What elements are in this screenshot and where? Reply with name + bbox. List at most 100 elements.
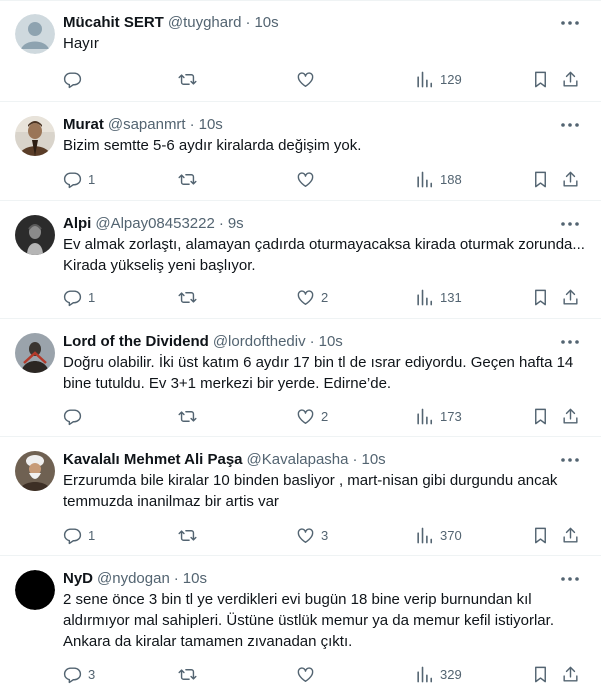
author-name[interactable]: Lord of the Dividend bbox=[63, 333, 209, 350]
author-handle[interactable]: @sapanmrt bbox=[108, 116, 186, 133]
author-name[interactable]: Kavalalı Mehmet Ali Paşa bbox=[63, 451, 243, 468]
more-dots-icon[interactable] bbox=[558, 568, 582, 590]
reply-icon bbox=[63, 665, 82, 684]
separator: · bbox=[218, 215, 224, 232]
more-dots-icon[interactable] bbox=[558, 449, 582, 471]
timestamp[interactable]: 10s bbox=[362, 451, 386, 468]
timestamp[interactable]: 9s bbox=[228, 215, 244, 232]
retweet-button[interactable] bbox=[178, 523, 203, 547]
author-name[interactable]: Mücahit SERT bbox=[63, 14, 164, 31]
retweet-button[interactable] bbox=[178, 167, 203, 191]
like-button[interactable]: 2 bbox=[296, 285, 328, 309]
share-button[interactable] bbox=[561, 662, 580, 685]
tweet-header: Kavalalı Mehmet Ali Paşa @Kavalapasha · 10s bbox=[63, 450, 531, 470]
like-button[interactable] bbox=[296, 167, 321, 191]
like-button[interactable] bbox=[296, 67, 321, 91]
action-bar: 1 3 370 bbox=[63, 523, 593, 547]
action-bar: 1 2 131 bbox=[63, 285, 593, 309]
tweet-text: Bizim semtte 5-6 aydır kiralarda değişim… bbox=[63, 137, 362, 154]
avatar[interactable] bbox=[15, 215, 55, 255]
views-button[interactable]: 188 bbox=[415, 167, 462, 191]
bookmark-button[interactable] bbox=[531, 523, 550, 547]
avatar[interactable] bbox=[15, 570, 55, 610]
tweet-text: Hayır bbox=[63, 35, 99, 52]
reply-icon bbox=[63, 288, 82, 307]
view-count: 370 bbox=[440, 527, 462, 543]
reply-icon bbox=[63, 170, 82, 189]
timestamp[interactable]: 10s bbox=[254, 14, 278, 31]
views-button[interactable]: 131 bbox=[415, 285, 462, 309]
avatar[interactable] bbox=[15, 14, 55, 54]
avatar[interactable] bbox=[15, 451, 55, 491]
reply-count: 1 bbox=[88, 289, 96, 305]
retweet-icon bbox=[178, 665, 197, 684]
bookmark-button[interactable] bbox=[531, 167, 550, 191]
share-button[interactable] bbox=[561, 404, 580, 428]
author-handle[interactable]: @nydogan bbox=[97, 570, 170, 587]
reply-button[interactable]: 3 bbox=[63, 662, 95, 685]
retweet-button[interactable] bbox=[178, 404, 203, 428]
retweet-button[interactable] bbox=[178, 285, 203, 309]
views-button[interactable]: 329 bbox=[415, 662, 462, 685]
views-button[interactable]: 173 bbox=[415, 404, 462, 428]
author-name[interactable]: Murat bbox=[63, 116, 104, 133]
reply-button[interactable] bbox=[63, 404, 88, 428]
bookmark-button[interactable] bbox=[531, 285, 550, 309]
tweet[interactable]: Murat @sapanmrt · 10s Bizim semtte 5-6 aydı… bbox=[0, 102, 601, 201]
more-dots-icon[interactable] bbox=[558, 114, 582, 136]
share-button[interactable] bbox=[561, 285, 580, 309]
like-button[interactable] bbox=[296, 662, 321, 685]
retweet-icon bbox=[178, 407, 197, 426]
heart-icon bbox=[296, 407, 315, 426]
share-button[interactable] bbox=[561, 167, 580, 191]
share-button[interactable] bbox=[561, 67, 580, 91]
reply-button[interactable]: 1 bbox=[63, 523, 95, 547]
like-button[interactable]: 2 bbox=[296, 404, 328, 428]
view-count: 188 bbox=[440, 171, 462, 187]
like-button[interactable]: 3 bbox=[296, 523, 328, 547]
more-dots-icon[interactable] bbox=[558, 12, 582, 34]
reply-button[interactable] bbox=[63, 67, 88, 91]
author-handle[interactable]: @Kavalapasha bbox=[247, 451, 349, 468]
avatar[interactable] bbox=[15, 116, 55, 156]
author-name[interactable]: Alpi bbox=[63, 215, 91, 232]
action-bar: 3 329 bbox=[63, 662, 593, 685]
heart-icon bbox=[296, 170, 315, 189]
views-button[interactable]: 370 bbox=[415, 523, 462, 547]
separator: · bbox=[173, 570, 179, 587]
retweet-button[interactable] bbox=[178, 662, 203, 685]
reply-button[interactable]: 1 bbox=[63, 167, 95, 191]
reply-button[interactable]: 1 bbox=[63, 285, 95, 309]
bookmark-button[interactable] bbox=[531, 662, 550, 685]
avatar[interactable] bbox=[15, 333, 55, 373]
tweet[interactable]: Alpi @Alpay08453222 · 9s Ev almak zorlaştı,… bbox=[0, 201, 601, 319]
tweet-header: Mücahit SERT @tuyghard · 10s bbox=[63, 13, 531, 33]
bookmark-button[interactable] bbox=[531, 67, 550, 91]
timestamp[interactable]: 10s bbox=[183, 570, 207, 587]
timestamp[interactable]: 10s bbox=[199, 116, 223, 133]
share-icon bbox=[561, 70, 580, 89]
tweet[interactable]: NyD @nydogan · 10s 2 sene önce 3 bin tl ye … bbox=[0, 556, 601, 685]
retweet-button[interactable] bbox=[178, 67, 203, 91]
tweet[interactable]: Lord of the Dividend @lordofthediv · 10s Do… bbox=[0, 319, 601, 437]
retweet-icon bbox=[178, 70, 197, 89]
more-dots-icon[interactable] bbox=[558, 331, 582, 353]
share-icon bbox=[561, 170, 580, 189]
author-name[interactable]: NyD bbox=[63, 570, 93, 587]
bookmark-button[interactable] bbox=[531, 404, 550, 428]
share-button[interactable] bbox=[561, 523, 580, 547]
share-icon bbox=[561, 526, 580, 545]
like-count: 3 bbox=[321, 527, 329, 543]
more-dots-icon[interactable] bbox=[558, 213, 582, 235]
bookmark-icon bbox=[531, 288, 550, 307]
views-button[interactable]: 129 bbox=[415, 67, 462, 91]
tweet[interactable]: Mücahit SERT @tuyghard · 10s Hayır 129 bbox=[0, 0, 601, 102]
timestamp[interactable]: 10s bbox=[319, 333, 343, 350]
author-handle[interactable]: @tuyghard bbox=[168, 14, 242, 31]
like-count: 2 bbox=[321, 289, 329, 305]
author-handle[interactable]: @lordofthediv bbox=[213, 333, 306, 350]
bookmark-icon bbox=[531, 70, 550, 89]
tweet[interactable]: Kavalalı Mehmet Ali Paşa @Kavalapasha · 10s… bbox=[0, 437, 601, 556]
author-handle[interactable]: @Alpay08453222 bbox=[95, 215, 215, 232]
separator: · bbox=[245, 14, 251, 31]
